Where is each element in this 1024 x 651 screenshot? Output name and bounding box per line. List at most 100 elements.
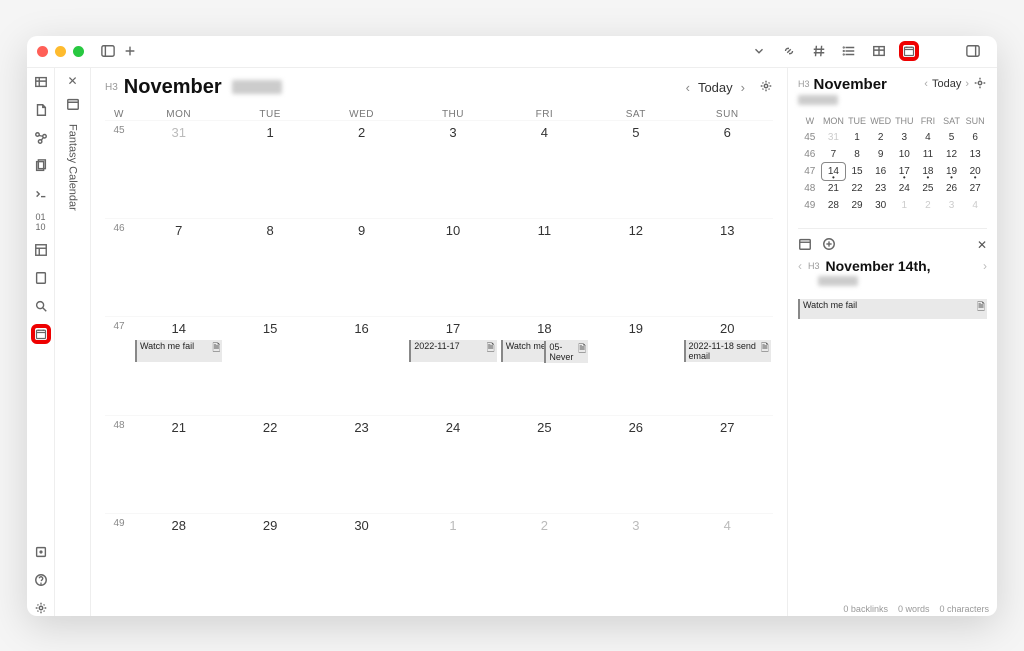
vault-icon[interactable] bbox=[33, 544, 49, 560]
left-sidebar-toggle-icon[interactable] bbox=[100, 43, 116, 59]
mini-day-cell[interactable]: 5 bbox=[940, 129, 964, 146]
calendar-panel-icon[interactable] bbox=[901, 43, 917, 59]
today-button[interactable]: Today bbox=[698, 80, 733, 95]
mini-day-cell[interactable]: 4 bbox=[916, 129, 940, 146]
mini-day-cell[interactable]: 2 bbox=[916, 197, 940, 214]
mini-day-cell[interactable]: 6 bbox=[963, 129, 987, 146]
day-cell[interactable]: 7 bbox=[133, 219, 224, 316]
mini-day-cell[interactable]: 9 bbox=[869, 146, 893, 163]
day-cell[interactable]: 14Watch me fail🗎 bbox=[133, 317, 224, 414]
prev-day-icon[interactable]: ‹ bbox=[798, 259, 802, 273]
day-cell[interactable]: 19 bbox=[590, 317, 681, 414]
mini-day-cell[interactable]: 2 bbox=[869, 129, 893, 146]
day-cell[interactable]: 28 bbox=[133, 514, 224, 611]
mini-day-cell[interactable]: 1 bbox=[893, 197, 917, 214]
maximize-window[interactable] bbox=[73, 46, 84, 57]
mini-day-cell[interactable]: 7 bbox=[822, 146, 846, 163]
new-tab-icon[interactable] bbox=[122, 43, 138, 59]
mini-day-cell[interactable]: 15 bbox=[845, 163, 869, 180]
mini-day-cell[interactable]: 17 bbox=[893, 163, 917, 180]
mini-today-button[interactable]: Today bbox=[932, 78, 961, 90]
day-cell[interactable]: 10 bbox=[407, 219, 498, 316]
day-cell[interactable]: 4 bbox=[499, 121, 590, 218]
day-cell[interactable]: 29 bbox=[224, 514, 315, 611]
outline-icon[interactable] bbox=[841, 43, 857, 59]
day-cell[interactable]: 202022-11-18 send email🗎 bbox=[682, 317, 773, 414]
settings-icon[interactable] bbox=[33, 600, 49, 616]
mini-day-cell[interactable]: 28 bbox=[822, 197, 846, 214]
layout-icon[interactable] bbox=[33, 242, 49, 258]
mini-day-cell[interactable]: 11 bbox=[916, 146, 940, 163]
day-cell[interactable]: 3 bbox=[407, 121, 498, 218]
mini-day-cell[interactable]: 10 bbox=[893, 146, 917, 163]
mini-day-cell[interactable]: 29 bbox=[845, 197, 869, 214]
terminal-icon[interactable] bbox=[33, 186, 49, 202]
mini-day-cell[interactable]: 25 bbox=[916, 180, 940, 197]
mini-settings-icon[interactable] bbox=[973, 76, 987, 93]
close-window[interactable] bbox=[37, 46, 48, 57]
close-day-panel-icon[interactable]: ✕ bbox=[977, 238, 987, 252]
day-cell[interactable]: 3 bbox=[590, 514, 681, 611]
graph-icon[interactable] bbox=[33, 130, 49, 146]
mini-day-cell[interactable]: 12 bbox=[940, 146, 964, 163]
fantasy-calendar-icon[interactable] bbox=[33, 326, 49, 342]
day-cell[interactable]: 22 bbox=[224, 416, 315, 513]
prev-month-icon[interactable]: ‹ bbox=[684, 80, 692, 95]
calendar-event[interactable]: 2022-11-18 send email🗎 bbox=[684, 340, 771, 362]
table-view-icon[interactable] bbox=[33, 74, 49, 90]
right-sidebar-toggle-icon[interactable] bbox=[965, 43, 981, 59]
copy-icon[interactable] bbox=[33, 158, 49, 174]
mini-day-cell[interactable]: 18 bbox=[916, 163, 940, 180]
calendar-event[interactable]: 2022-11-17🗎 bbox=[409, 340, 496, 362]
table-icon[interactable] bbox=[871, 43, 887, 59]
mini-day-cell[interactable]: 4 bbox=[963, 197, 987, 214]
add-event-icon[interactable] bbox=[822, 237, 836, 254]
mini-prev-icon[interactable]: ‹ bbox=[924, 78, 928, 90]
calendar-settings-icon[interactable] bbox=[759, 79, 773, 96]
day-cell[interactable]: 8 bbox=[224, 219, 315, 316]
mini-next-icon[interactable]: › bbox=[965, 78, 969, 90]
day-cell[interactable]: 25 bbox=[499, 416, 590, 513]
mini-day-cell[interactable]: 16 bbox=[869, 163, 893, 180]
mini-day-cell[interactable]: 21 bbox=[822, 180, 846, 197]
day-event[interactable]: Watch me fail🗎 bbox=[798, 299, 987, 319]
tag-icon[interactable] bbox=[811, 43, 827, 59]
mini-day-cell[interactable]: 31 bbox=[822, 129, 846, 146]
minimize-window[interactable] bbox=[55, 46, 66, 57]
search-icon[interactable] bbox=[33, 298, 49, 314]
day-cell[interactable]: 5 bbox=[590, 121, 681, 218]
mini-day-cell[interactable]: 27 bbox=[963, 180, 987, 197]
day-cell[interactable]: 13 bbox=[682, 219, 773, 316]
day-cell[interactable]: 21 bbox=[133, 416, 224, 513]
day-cell[interactable]: 6 bbox=[682, 121, 773, 218]
day-cell[interactable]: 12 bbox=[590, 219, 681, 316]
day-cell[interactable]: 16 bbox=[316, 317, 407, 414]
mini-day-cell[interactable]: 14 bbox=[822, 163, 846, 180]
mini-day-cell[interactable]: 20 bbox=[963, 163, 987, 180]
calendar-event[interactable]: 05-Never consume…🗎 bbox=[544, 341, 588, 363]
day-cell[interactable]: 4 bbox=[682, 514, 773, 611]
calendar-tab-icon[interactable] bbox=[65, 96, 81, 112]
mini-day-cell[interactable]: 1 bbox=[845, 129, 869, 146]
mini-day-cell[interactable]: 8 bbox=[845, 146, 869, 163]
mini-day-cell[interactable]: 24 bbox=[893, 180, 917, 197]
close-tab-icon[interactable]: ✕ bbox=[67, 74, 77, 88]
day-cell[interactable]: 18Watch me fail🗎05-Never consume…🗎 bbox=[499, 317, 590, 414]
day-cell[interactable]: 30 bbox=[316, 514, 407, 611]
day-cell[interactable]: 1 bbox=[407, 514, 498, 611]
day-cell[interactable]: 26 bbox=[590, 416, 681, 513]
day-calendar-icon[interactable] bbox=[798, 237, 812, 254]
day-cell[interactable]: 11 bbox=[499, 219, 590, 316]
next-month-icon[interactable]: › bbox=[739, 80, 747, 95]
day-cell[interactable]: 23 bbox=[316, 416, 407, 513]
mini-day-cell[interactable]: 13 bbox=[963, 146, 987, 163]
binary-icon[interactable]: 0110 bbox=[33, 214, 49, 230]
day-cell[interactable]: 24 bbox=[407, 416, 498, 513]
day-cell[interactable]: 172022-11-17🗎 bbox=[407, 317, 498, 414]
day-cell[interactable]: 15 bbox=[224, 317, 315, 414]
next-day-icon[interactable]: › bbox=[983, 259, 987, 273]
day-cell[interactable]: 2 bbox=[316, 121, 407, 218]
help-icon[interactable] bbox=[33, 572, 49, 588]
mini-day-cell[interactable]: 23 bbox=[869, 180, 893, 197]
book-icon[interactable] bbox=[33, 270, 49, 286]
